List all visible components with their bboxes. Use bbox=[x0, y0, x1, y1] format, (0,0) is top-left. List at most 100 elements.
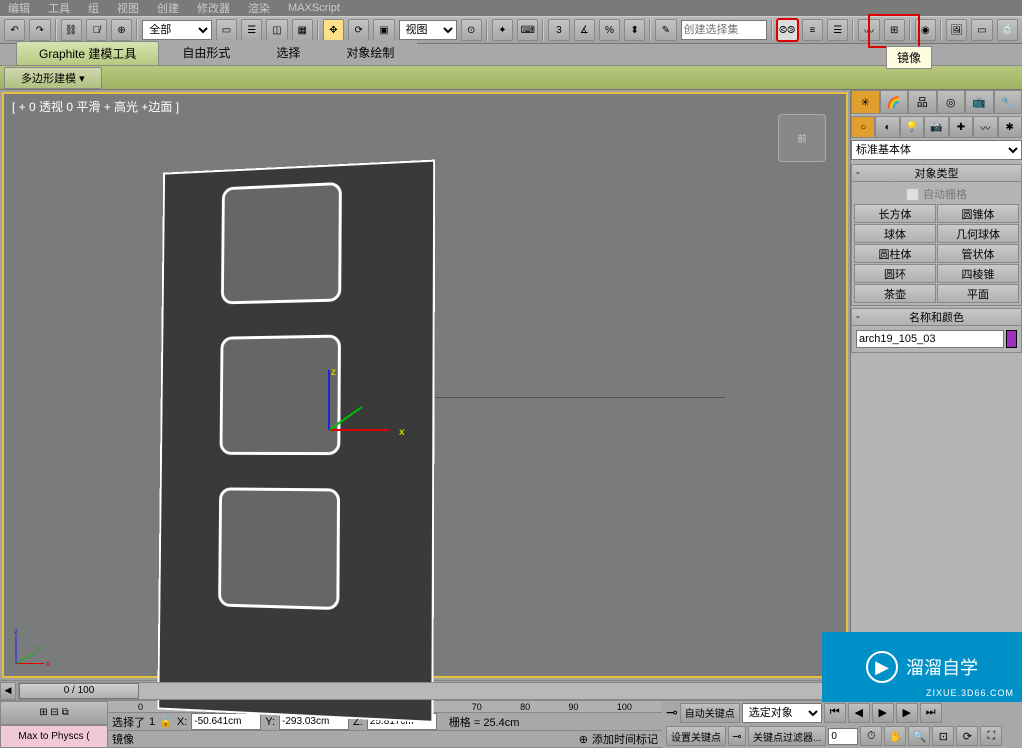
viewcube[interactable]: 前 bbox=[778, 114, 826, 162]
sphere-button[interactable]: 球体 bbox=[854, 224, 936, 243]
maxscript-listener[interactable]: Max to Physcs ( bbox=[0, 725, 108, 748]
modify-tab[interactable]: 🌈 bbox=[880, 90, 909, 114]
render-button[interactable]: 🍵 bbox=[997, 19, 1018, 41]
helpers-subtab[interactable]: ✚ bbox=[949, 116, 973, 138]
shapes-subtab[interactable]: ◐ bbox=[875, 116, 899, 138]
snap-button[interactable]: 3 bbox=[548, 19, 569, 41]
angle-snap-button[interactable]: ∡ bbox=[574, 19, 595, 41]
ribbon-tab-freeform[interactable]: 自由形式 bbox=[159, 40, 253, 65]
percent-snap-button[interactable]: % bbox=[599, 19, 620, 41]
menu-item[interactable]: 修改器 bbox=[197, 0, 230, 16]
time-slider-thumb[interactable]: 0 / 100 bbox=[19, 683, 139, 699]
geosphere-button[interactable]: 几何球体 bbox=[937, 224, 1019, 243]
curve-editor-button[interactable]: 〰 bbox=[858, 19, 879, 41]
schematic-button[interactable]: ⊞ bbox=[884, 19, 905, 41]
next-frame-button[interactable]: ▶ bbox=[896, 703, 918, 723]
redo-button[interactable]: ↷ bbox=[29, 19, 50, 41]
menu-item[interactable]: 编辑 bbox=[8, 0, 30, 16]
setkey-button[interactable]: 设置关键点 bbox=[666, 726, 726, 746]
move-button[interactable]: ✥ bbox=[323, 19, 344, 41]
hierarchy-tab[interactable]: 品 bbox=[908, 90, 937, 114]
undo-button[interactable]: ↶ bbox=[4, 19, 25, 41]
pyramid-button[interactable]: 四棱锥 bbox=[937, 264, 1019, 283]
geometry-subtab[interactable]: ○ bbox=[851, 116, 875, 138]
time-config-button[interactable]: ⏱ bbox=[860, 726, 882, 746]
keymode-select[interactable]: 选定对象 bbox=[742, 703, 822, 723]
time-tag-button[interactable]: ⊕ bbox=[579, 733, 588, 746]
track-icons[interactable]: ⊞ ⊟ ⧉ bbox=[0, 701, 108, 725]
object-name-input[interactable] bbox=[856, 330, 1004, 348]
select-name-button[interactable]: ☰ bbox=[241, 19, 262, 41]
lights-subtab[interactable]: 💡 bbox=[900, 116, 924, 138]
menu-item[interactable]: 渲染 bbox=[248, 0, 270, 16]
display-tab[interactable]: 📺 bbox=[965, 90, 994, 114]
ribbon-tab-paint[interactable]: 对象绘制 bbox=[323, 40, 417, 65]
window-crossing-button[interactable]: ▦ bbox=[292, 19, 313, 41]
menu-item[interactable]: 创建 bbox=[157, 0, 179, 16]
region-select-button[interactable]: ◫ bbox=[266, 19, 287, 41]
tube-button[interactable]: 管状体 bbox=[937, 244, 1019, 263]
teapot-button[interactable]: 茶壶 bbox=[854, 284, 936, 303]
rollout-name-color[interactable]: 名称和颜色 bbox=[851, 308, 1022, 326]
bind-button[interactable]: ⊕ bbox=[111, 19, 132, 41]
unlink-button[interactable]: ⛓̸ bbox=[86, 19, 107, 41]
cylinder-button[interactable]: 圆柱体 bbox=[854, 244, 936, 263]
ribbon-tab-selection[interactable]: 选择 bbox=[253, 40, 323, 65]
zoom-all-button[interactable]: ⊡ bbox=[932, 726, 954, 746]
geometry-category-select[interactable]: 标准基本体 bbox=[851, 140, 1022, 160]
render-frame-button[interactable]: ▭ bbox=[971, 19, 992, 41]
viewport-perspective[interactable]: [ + 0 透视 0 平滑 + 高光 +边面 ] 前 x z bbox=[2, 92, 848, 678]
utilities-tab[interactable]: 🔧 bbox=[994, 90, 1022, 114]
manipulate-button[interactable]: ✦ bbox=[492, 19, 513, 41]
layers-button[interactable]: ☰ bbox=[827, 19, 848, 41]
menu-item[interactable]: 视图 bbox=[117, 0, 139, 16]
link-button[interactable]: ⛓ bbox=[61, 19, 82, 41]
motion-tab[interactable]: ◎ bbox=[937, 90, 966, 114]
goto-start-button[interactable]: ⏮ bbox=[824, 703, 846, 723]
ribbon-tab-graphite[interactable]: Graphite 建模工具 bbox=[16, 41, 159, 65]
key-icon-button[interactable]: ⊸ bbox=[728, 726, 746, 746]
material-editor-button[interactable]: ◉ bbox=[915, 19, 936, 41]
keyboard-button[interactable]: ⌨ bbox=[517, 19, 538, 41]
prev-frame-button[interactable]: ◀ bbox=[848, 703, 870, 723]
poly-modeling-button[interactable]: 多边形建模 ▾ bbox=[4, 67, 102, 89]
pivot-button[interactable]: ⊙ bbox=[461, 19, 482, 41]
rollout-object-type[interactable]: 对象类型 bbox=[851, 164, 1022, 182]
zoom-button[interactable]: 🔍 bbox=[908, 726, 930, 746]
object-arch19-105-03[interactable] bbox=[154, 164, 434, 714]
maximize-button[interactable]: ⛶ bbox=[980, 726, 1002, 746]
rotate-button[interactable]: ⟳ bbox=[348, 19, 369, 41]
mirror-button[interactable]: ⧀⧁ bbox=[777, 19, 798, 41]
spinner-snap-button[interactable]: ⬍ bbox=[624, 19, 645, 41]
select-button[interactable]: ▭ bbox=[216, 19, 237, 41]
spacewarps-subtab[interactable]: 〰 bbox=[973, 116, 997, 138]
add-time-tag-label[interactable]: 添加时间标记 bbox=[592, 731, 658, 747]
keyfilter-button[interactable]: 关键点过滤器... bbox=[748, 726, 826, 746]
play-button[interactable]: ▶ bbox=[872, 703, 894, 723]
menu-item[interactable]: 工具 bbox=[48, 0, 70, 16]
systems-subtab[interactable]: ✱ bbox=[998, 116, 1022, 138]
align-button[interactable]: ≡ bbox=[802, 19, 823, 41]
object-color-swatch[interactable] bbox=[1006, 330, 1017, 348]
named-selection-input[interactable] bbox=[681, 20, 767, 40]
menu-item[interactable]: 组 bbox=[88, 0, 99, 16]
orbit-button[interactable]: ⟳ bbox=[956, 726, 978, 746]
box-button[interactable]: 长方体 bbox=[854, 204, 936, 223]
scale-button[interactable]: ▣ bbox=[373, 19, 394, 41]
autokey-button[interactable]: 自动关键点 bbox=[680, 703, 740, 723]
torus-button[interactable]: 圆环 bbox=[854, 264, 936, 283]
menu-item[interactable]: MAXScript bbox=[288, 2, 340, 14]
cameras-subtab[interactable]: 📷 bbox=[924, 116, 948, 138]
timeline-left-button[interactable]: ◀ bbox=[0, 682, 16, 700]
x-coord-input[interactable] bbox=[191, 713, 261, 730]
pan-view-button[interactable]: ✋ bbox=[884, 726, 906, 746]
render-setup-button[interactable]: 🖼 bbox=[946, 19, 967, 41]
create-tab[interactable]: ✳ bbox=[851, 90, 880, 114]
plane-button[interactable]: 平面 bbox=[937, 284, 1019, 303]
selection-filter-select[interactable]: 全部 bbox=[142, 20, 212, 40]
key-mode-icon[interactable]: ⊸ bbox=[666, 704, 678, 721]
lock-icon[interactable]: 🔒 bbox=[159, 715, 173, 728]
cone-button[interactable]: 圆锥体 bbox=[937, 204, 1019, 223]
current-frame-input[interactable] bbox=[828, 728, 858, 745]
edit-named-sel-button[interactable]: ✎ bbox=[655, 19, 676, 41]
